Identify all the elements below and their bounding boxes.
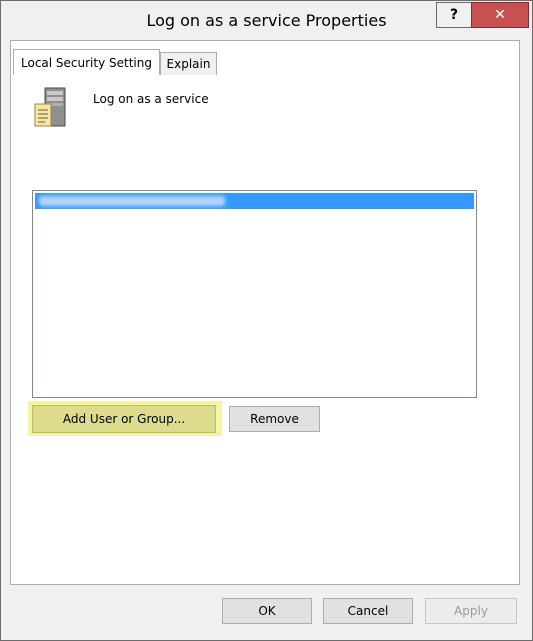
tab-local-security-setting[interactable]: Local Security Setting	[13, 49, 160, 75]
tab-explain[interactable]: Explain	[160, 52, 217, 75]
title-bar: Log on as a service Properties ? ✕	[1, 1, 532, 39]
add-user-or-group-button[interactable]: Add User or Group...	[32, 405, 216, 433]
button-label: Apply	[454, 604, 488, 618]
button-label: Remove	[250, 412, 299, 426]
cancel-button[interactable]: Cancel	[323, 598, 413, 624]
accounts-listbox[interactable]	[32, 190, 477, 398]
ok-button[interactable]: OK	[222, 598, 312, 624]
button-label: Cancel	[347, 604, 389, 618]
server-policy-icon	[34, 87, 66, 127]
list-item-selected[interactable]	[35, 193, 474, 209]
help-icon: ?	[449, 7, 459, 23]
button-label: OK	[258, 604, 276, 618]
tab-label: Explain	[166, 57, 211, 71]
remove-button[interactable]: Remove	[229, 406, 320, 432]
policy-name: Log on as a service	[93, 92, 209, 106]
apply-button[interactable]: Apply	[425, 598, 517, 624]
close-button[interactable]: ✕	[471, 2, 529, 28]
tab-label: Local Security Setting	[21, 55, 152, 70]
help-button[interactable]: ?	[436, 2, 472, 28]
button-label: Add User or Group...	[62, 412, 186, 426]
close-icon: ✕	[494, 7, 506, 23]
redacted-account-name	[39, 196, 225, 206]
